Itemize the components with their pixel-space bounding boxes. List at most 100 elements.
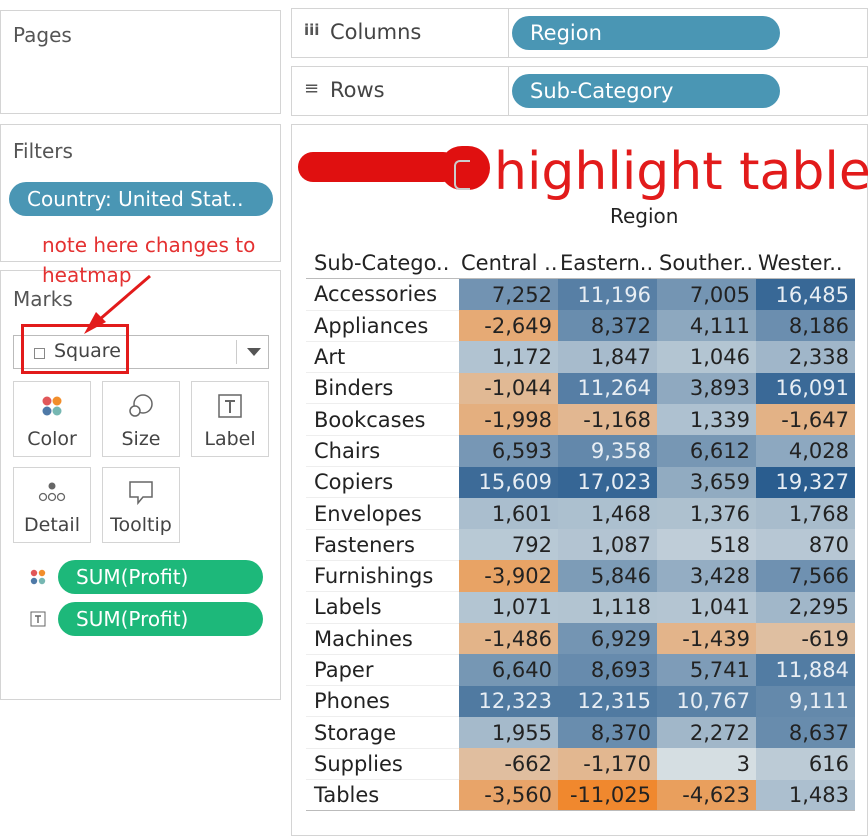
heatmap-cell[interactable]: 1,172 [459, 341, 558, 373]
heatmap-cell[interactable]: 616 [756, 748, 855, 780]
row-label[interactable]: Machines [306, 623, 459, 655]
heatmap-cell[interactable]: 6,929 [558, 623, 657, 655]
row-header-subcategory[interactable]: Sub-Catego.. [306, 248, 459, 280]
heatmap-cell[interactable]: 9,111 [756, 685, 855, 717]
heatmap-cell[interactable]: 11,196 [558, 278, 657, 311]
heatmap-cell[interactable]: 8,637 [756, 716, 855, 749]
heatmap-cell[interactable]: 870 [756, 529, 855, 561]
heatmap-cell[interactable]: 8,370 [558, 716, 657, 749]
heatmap-cell[interactable]: -619 [756, 623, 855, 655]
row-label[interactable]: Phones [306, 685, 459, 718]
heatmap-cell[interactable]: -11,025 [558, 779, 657, 812]
heatmap-cell[interactable]: 15,609 [459, 466, 558, 498]
heatmap-cell[interactable]: 1,118 [558, 591, 657, 624]
row-label[interactable]: Art [306, 341, 459, 374]
heatmap-cell[interactable]: 2,338 [756, 341, 855, 373]
heatmap-cell[interactable]: 2,295 [756, 591, 855, 624]
heatmap-cell[interactable]: -3,902 [459, 560, 558, 592]
row-label[interactable]: Labels [306, 591, 459, 624]
heatmap-cell[interactable]: -1,998 [459, 403, 558, 436]
heatmap-cell[interactable]: 1,376 [657, 497, 756, 530]
column-header[interactable]: Wester.. [756, 248, 855, 280]
row-label[interactable]: Supplies [306, 748, 459, 781]
detail-button[interactable]: Detail [13, 467, 91, 543]
row-label[interactable]: Chairs [306, 435, 459, 468]
heatmap-cell[interactable]: 16,091 [756, 372, 855, 404]
label-button[interactable]: Label [191, 381, 269, 457]
heatmap-cell[interactable]: -1,170 [558, 748, 657, 780]
heatmap-cell[interactable]: 5,741 [657, 654, 756, 686]
heatmap-cell[interactable]: 3,893 [657, 372, 756, 404]
heatmap-cell[interactable]: 8,693 [558, 654, 657, 686]
heatmap-cell[interactable]: 1,468 [558, 497, 657, 530]
heatmap-cell[interactable]: 1,087 [558, 529, 657, 561]
row-label[interactable]: Copiers [306, 466, 459, 499]
tooltip-button[interactable]: Tooltip [102, 467, 180, 543]
row-label[interactable]: Paper [306, 654, 459, 687]
heatmap-cell[interactable]: 9,358 [558, 435, 657, 467]
color-button[interactable]: Color [13, 381, 91, 457]
heatmap-cell[interactable]: 7,005 [657, 278, 756, 311]
heatmap-cell[interactable]: 12,323 [459, 685, 558, 717]
heatmap-cell[interactable]: -1,486 [459, 623, 558, 655]
heatmap-cell[interactable]: -2,649 [459, 310, 558, 342]
heatmap-cell[interactable]: 8,372 [558, 310, 657, 342]
row-label[interactable]: Bookcases [306, 403, 459, 436]
heatmap-cell[interactable]: 1,601 [459, 497, 558, 530]
heatmap-cell[interactable]: -1,647 [756, 403, 855, 436]
color-field-pill[interactable]: SUM(Profit) [58, 560, 263, 594]
heatmap-cell[interactable]: 10,767 [657, 685, 756, 717]
heatmap-cell[interactable]: 2,272 [657, 716, 756, 749]
row-label[interactable]: Tables [306, 779, 459, 812]
row-label[interactable]: Appliances [306, 310, 459, 342]
heatmap-cell[interactable]: 19,327 [756, 466, 855, 498]
heatmap-cell[interactable]: 5,846 [558, 560, 657, 592]
heatmap-cell[interactable]: -1,168 [558, 403, 657, 436]
heatmap-cell[interactable]: -1,439 [657, 623, 756, 655]
rows-pill-subcategory[interactable]: Sub-Category [512, 74, 780, 108]
heatmap-cell[interactable]: -4,623 [657, 779, 756, 812]
heatmap-cell[interactable]: 518 [657, 529, 756, 561]
heatmap-cell[interactable]: 11,884 [756, 654, 855, 686]
row-label[interactable]: Furnishings [306, 560, 459, 593]
heatmap-cell[interactable]: 1,339 [657, 403, 756, 436]
heatmap-cell[interactable]: -662 [459, 748, 558, 780]
heatmap-cell[interactable]: 1,041 [657, 591, 756, 624]
heatmap-cell[interactable]: -3,560 [459, 779, 558, 812]
heatmap-cell[interactable]: 3,428 [657, 560, 756, 592]
heatmap-cell[interactable]: 16,485 [756, 278, 855, 311]
row-label[interactable]: Storage [306, 716, 459, 749]
heatmap-cell[interactable]: 7,566 [756, 560, 855, 592]
heatmap-cell[interactable]: 1,071 [459, 591, 558, 624]
column-header[interactable]: Souther.. [657, 248, 756, 280]
heatmap-cell[interactable]: 1,847 [558, 341, 657, 373]
heatmap-cell[interactable]: 12,315 [558, 685, 657, 717]
heatmap-cell[interactable]: 17,023 [558, 466, 657, 498]
heatmap-cell[interactable]: 6,640 [459, 654, 558, 686]
row-label[interactable]: Binders [306, 372, 459, 405]
heatmap-cell[interactable]: 1,768 [756, 497, 855, 530]
row-label[interactable]: Envelopes [306, 497, 459, 530]
heatmap-cell[interactable]: 6,612 [657, 435, 756, 467]
heatmap-cell[interactable]: 4,111 [657, 310, 756, 342]
row-label[interactable]: Fasteners [306, 529, 459, 561]
heatmap-cell[interactable]: 3 [657, 748, 756, 780]
heatmap-cell[interactable]: 1,046 [657, 341, 756, 373]
column-header[interactable]: Central .. [459, 248, 558, 280]
label-field-pill[interactable]: SUM(Profit) [58, 602, 263, 636]
heatmap-cell[interactable]: 6,593 [459, 435, 558, 467]
heatmap-cell[interactable]: 1,955 [459, 716, 558, 749]
heatmap-cell[interactable]: 11,264 [558, 372, 657, 404]
column-header[interactable]: Eastern.. [558, 248, 657, 280]
heatmap-cell[interactable]: 792 [459, 529, 558, 561]
row-label[interactable]: Accessories [306, 278, 459, 311]
heatmap-cell[interactable]: -1,044 [459, 372, 558, 404]
heatmap-cell[interactable]: 1,483 [756, 779, 855, 812]
heatmap-cell[interactable]: 3,659 [657, 466, 756, 498]
heatmap-cell[interactable]: 7,252 [459, 278, 558, 311]
filter-pill-country[interactable]: Country: United Stat.. [9, 182, 273, 216]
columns-pill-region[interactable]: Region [512, 16, 780, 50]
size-button[interactable]: Size [102, 381, 180, 457]
heatmap-cell[interactable]: 4,028 [756, 435, 855, 467]
heatmap-cell[interactable]: 8,186 [756, 310, 855, 342]
